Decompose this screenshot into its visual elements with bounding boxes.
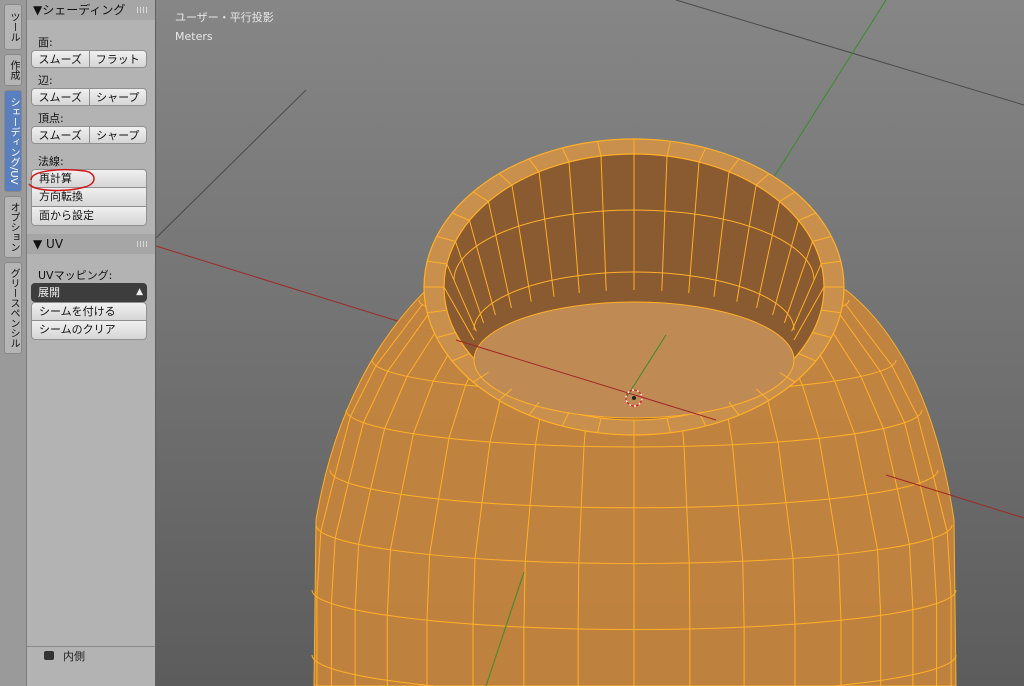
divider: [27, 646, 155, 647]
uv-header-label: ▼ UV: [33, 237, 64, 251]
edge-sharp-button[interactable]: シャープ: [89, 88, 147, 106]
clear-seam-button[interactable]: シームのクリア: [31, 321, 147, 340]
edge-shading-row: スムーズ シャープ: [31, 88, 147, 106]
shading-panel-header[interactable]: ▼シェーディング: [27, 0, 155, 20]
uv-unwrap-menu[interactable]: 展開 ▲: [31, 283, 147, 302]
face-smooth-button[interactable]: スムーズ: [31, 50, 90, 68]
vertex-shading-row: スムーズ シャープ: [31, 126, 147, 144]
tab-tools[interactable]: ツール: [4, 4, 22, 50]
vertex-sharp-button[interactable]: シャープ: [89, 126, 147, 144]
tab-shading-uv[interactable]: シェーディング/UV: [4, 90, 22, 192]
viewport-info: ユーザー・平行投影 Meters: [175, 8, 274, 46]
tab-options[interactable]: オプション: [4, 196, 22, 258]
grid-line: [675, 0, 1024, 106]
mark-seam-button[interactable]: シームを付ける: [31, 302, 147, 321]
uv-mapping-label: UVマッピング:: [38, 269, 113, 282]
face-label: 面:: [38, 36, 53, 49]
view-name: ユーザー・平行投影: [175, 11, 274, 24]
updown-arrow-icon: ▲: [136, 287, 143, 297]
face-flat-button[interactable]: フラット: [89, 50, 147, 68]
grid-line: [156, 89, 307, 239]
inner-label: 内側: [63, 650, 85, 663]
tab-grease-pencil[interactable]: グリースペンシル: [4, 262, 22, 354]
face-shading-row: スムーズ フラット: [31, 50, 147, 68]
3d-viewport[interactable]: ユーザー・平行投影 Meters: [156, 0, 1024, 686]
tool-shelf: ▼シェーディング 面: スムーズ フラット 辺: スムーズ シャープ 頂点: ス…: [27, 0, 156, 686]
mesh-scene: [156, 0, 1024, 686]
tab-create[interactable]: 作成: [4, 54, 22, 86]
unit-label: Meters: [175, 30, 213, 43]
edge-label: 辺:: [38, 74, 53, 87]
tab-strip: ツール 作成 シェーディング/UV オプション グリースペンシル: [0, 0, 27, 686]
shading-header-label: ▼シェーディング: [33, 3, 126, 17]
vertex-smooth-button[interactable]: スムーズ: [31, 126, 90, 144]
inner-checkbox[interactable]: [44, 651, 54, 660]
set-from-faces-button[interactable]: 面から設定: [31, 207, 147, 226]
mesh-object: [311, 138, 957, 686]
annotation-circle: [28, 169, 95, 192]
uv-panel-header[interactable]: ▼ UV: [27, 234, 155, 254]
uv-unwrap-label: 展開: [38, 286, 60, 299]
edge-smooth-button[interactable]: スムーズ: [31, 88, 90, 106]
vertex-label: 頂点:: [38, 112, 64, 125]
drag-grip-icon[interactable]: [137, 241, 149, 247]
drag-grip-icon[interactable]: [137, 7, 149, 13]
